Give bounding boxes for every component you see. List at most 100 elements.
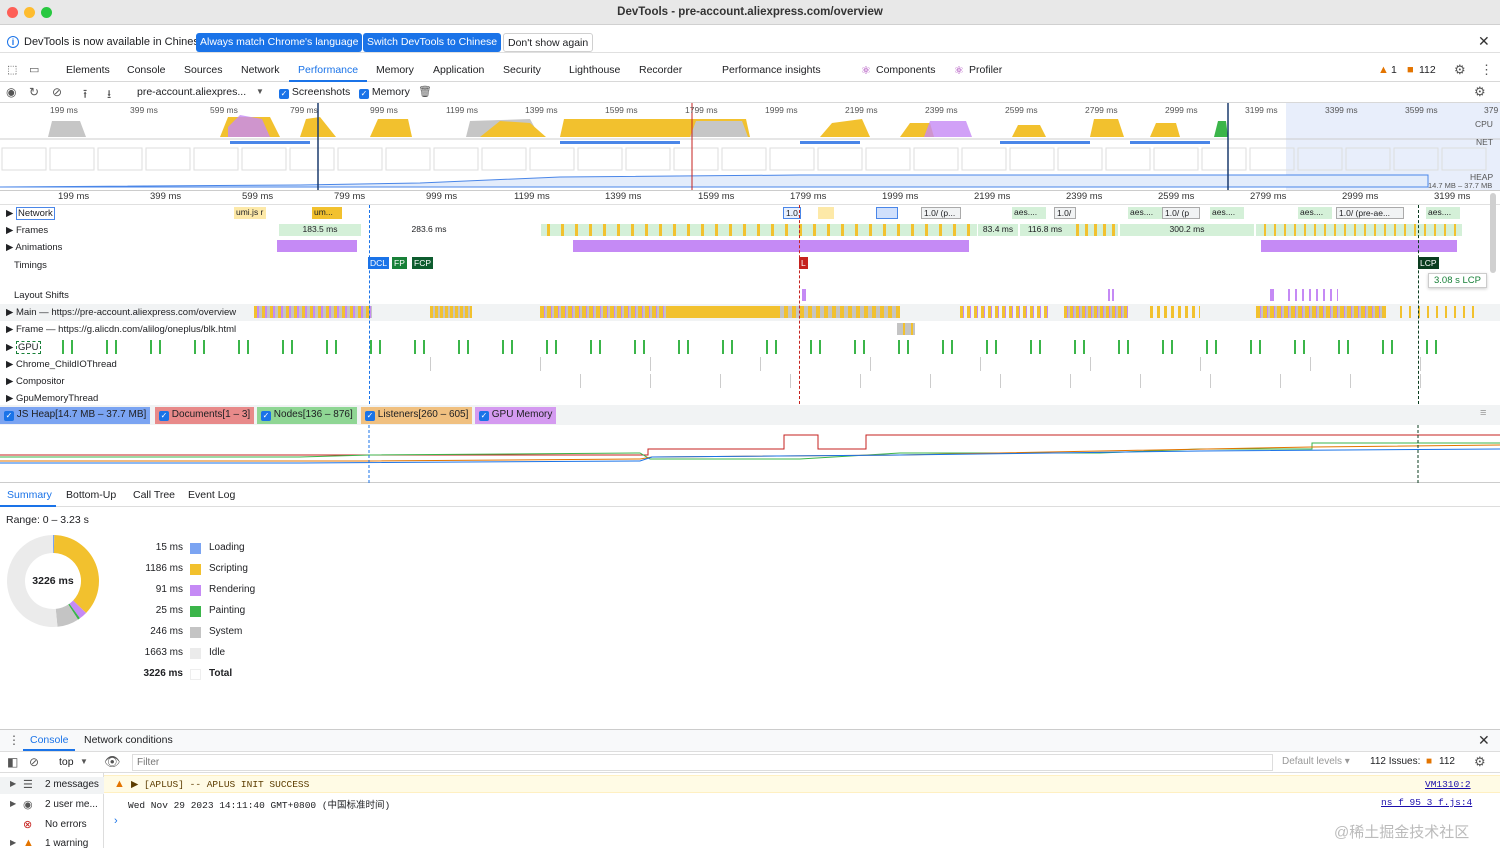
main-thread-activity[interactable] (1256, 306, 1386, 318)
switch-to-chinese-button[interactable]: Switch DevTools to Chinese (363, 33, 502, 52)
drawer-menu-icon[interactable]: ⋮ (8, 733, 20, 747)
device-toolbar-icon[interactable]: ▭ (29, 63, 39, 76)
console-message-warning[interactable]: ▲ ▶ [APLUS] -- APLUS INIT SUCCESS VM1310… (104, 775, 1500, 793)
capture-settings-icon[interactable]: ⚙ (1474, 84, 1486, 100)
expand-icon[interactable]: ▶ (10, 799, 16, 808)
track-network[interactable]: ▶ Network umi.js r um... 1.0. 1.0/ (p...… (0, 205, 1500, 222)
recording-select[interactable]: pre-account.aliexpres... (137, 86, 246, 98)
timeline-tracks[interactable]: 199 ms 399 ms 599 ms 799 ms 999 ms 1199 … (0, 191, 1500, 404)
js-heap-toggle[interactable]: ✓ JS Heap[14.7 MB – 37.7 MB] (0, 407, 151, 424)
tab-performance-insights[interactable]: Performance insights (722, 64, 821, 76)
chevron-down-icon[interactable]: ▼ (256, 87, 264, 96)
sidebar-item-messages[interactable]: ▶ ☰ 2 messages (0, 777, 104, 794)
drawer-tab-network-conditions[interactable]: Network conditions (84, 734, 173, 746)
layout-shift[interactable] (1288, 289, 1338, 301)
frame-block[interactable]: 116.8 ms (1020, 224, 1070, 236)
gpu-activity[interactable] (40, 340, 1470, 354)
main-thread-activity[interactable] (960, 306, 1050, 318)
clear-icon[interactable]: ⊘ (52, 85, 62, 99)
childio-activity[interactable] (370, 357, 1470, 371)
console-message-info[interactable]: Wed Nov 29 2023 14:11:40 GMT+0800 (中国标准时… (104, 794, 1500, 812)
fp-marker[interactable]: FP (392, 257, 407, 269)
network-request[interactable] (876, 207, 898, 219)
clear-console-icon[interactable]: ⊘ (29, 755, 39, 769)
lcp-marker[interactable]: LCP (1418, 257, 1439, 269)
frame-block[interactable]: 300.2 ms (1120, 224, 1254, 236)
network-request[interactable]: 1.0/ (p... (921, 207, 961, 219)
track-gpu[interactable]: ▶ GPU (0, 339, 1500, 356)
tab-components[interactable]: Components (876, 64, 936, 76)
main-thread-activity[interactable] (254, 306, 372, 318)
timeline-overview[interactable]: 199 ms 399 ms 599 ms 799 ms 999 ms 1199 … (0, 103, 1500, 191)
network-request[interactable]: 1.0/ (p (1162, 207, 1200, 219)
frame-block[interactable]: 283.6 ms (368, 224, 490, 236)
sidebar-item-errors[interactable]: ⊗ No errors (0, 817, 104, 834)
settings-gear-icon[interactable]: ⚙ (1454, 62, 1466, 78)
tab-recorder[interactable]: Recorder (639, 64, 682, 76)
track-label[interactable]: ▶ Frame — https://g.alicdn.com/alilog/on… (6, 324, 236, 335)
frame-block[interactable]: 183.5 ms (279, 224, 361, 236)
network-request[interactable]: um... (312, 207, 342, 219)
close-drawer-icon[interactable]: ✕ (1478, 732, 1490, 749)
frame-block[interactable]: 83.4 ms (978, 224, 1018, 236)
checkbox-checked-icon[interactable]: ✓ (4, 411, 14, 421)
frame-strip[interactable] (1070, 224, 1118, 236)
network-request[interactable]: aes.... (1128, 207, 1162, 219)
network-request[interactable]: 1.0/ (pre-ae... (1336, 207, 1404, 219)
network-request[interactable]: 1.0/ (1054, 207, 1076, 219)
track-label[interactable]: ▶ Animations (6, 242, 62, 253)
main-thread-activity[interactable] (1400, 306, 1480, 318)
tab-sources[interactable]: Sources (184, 64, 223, 76)
track-layout-shifts[interactable]: Layout Shifts (0, 287, 1500, 304)
checkbox-checked-icon[interactable]: ✓ (479, 411, 489, 421)
track-label[interactable]: ▶ GpuMemoryThread (6, 393, 98, 404)
issues-count-badge[interactable]: 112 (1439, 756, 1455, 767)
tab-performance[interactable]: Performance (298, 64, 358, 76)
animation-block[interactable] (1261, 240, 1457, 252)
subframe-activity[interactable] (897, 323, 915, 335)
issues-label[interactable]: 112 Issues: (1370, 756, 1420, 767)
track-label[interactable]: ▶ Compositor (6, 376, 65, 387)
message-source-link[interactable]: ns f 95 3 f.js:4 (1381, 797, 1472, 808)
load-marker[interactable]: L (799, 257, 808, 269)
track-main[interactable]: ▶ Main — https://pre-account.aliexpress.… (0, 304, 1500, 321)
screenshots-checkbox[interactable]: ✓ Screenshots (279, 86, 350, 99)
tab-application[interactable]: Application (433, 64, 484, 76)
listeners-toggle[interactable]: ✓ Listeners[260 – 605] (361, 407, 473, 424)
dcl-marker[interactable]: DCL (368, 257, 390, 269)
tab-security[interactable]: Security (503, 64, 541, 76)
frame-strip[interactable] (1256, 224, 1462, 236)
layout-shift[interactable] (1108, 289, 1114, 301)
dont-show-again-button[interactable]: Don't show again (503, 33, 594, 52)
tab-memory[interactable]: Memory (376, 64, 414, 76)
main-thread-activity[interactable] (780, 306, 900, 318)
context-select[interactable]: top (59, 756, 74, 768)
message-source-link[interactable]: VM1310:2 (1425, 779, 1471, 790)
checkbox-checked-icon[interactable]: ✓ (279, 89, 289, 99)
tab-lighthouse[interactable]: Lighthouse (569, 64, 620, 76)
tab-call-tree[interactable]: Call Tree (133, 489, 175, 501)
tab-elements[interactable]: Elements (66, 64, 110, 76)
tab-console[interactable]: Console (127, 64, 166, 76)
layout-shift[interactable] (1270, 289, 1274, 301)
reload-record-icon[interactable]: ↻ (29, 85, 39, 99)
network-request[interactable]: aes.... (1426, 207, 1460, 219)
collect-garbage-icon[interactable]: 🗑 (418, 85, 432, 98)
compositor-activity[interactable] (544, 374, 1474, 388)
track-label[interactable]: ▶ GPU (6, 341, 41, 354)
track-label[interactable]: ▶ Network (6, 207, 55, 220)
warning-count[interactable]: 1 (1391, 64, 1397, 76)
log-levels-select[interactable]: Default levels ▾ (1282, 756, 1350, 767)
animation-block[interactable] (573, 240, 969, 252)
gpu-memory-toggle[interactable]: ✓ GPU Memory (475, 407, 557, 424)
track-animations[interactable]: ▶ Animations (0, 239, 1500, 256)
close-infobar-icon[interactable]: ✕ (1478, 33, 1490, 50)
network-request[interactable]: aes.... (1210, 207, 1244, 219)
network-request[interactable]: aes.... (1298, 207, 1332, 219)
track-subframe[interactable]: ▶ Frame — https://g.alicdn.com/alilog/on… (0, 321, 1500, 338)
memory-checkbox[interactable]: ✓ Memory (359, 86, 410, 99)
issues-count[interactable]: 112 (1419, 64, 1436, 76)
console-prompt-icon[interactable]: › (114, 815, 118, 827)
track-frames[interactable]: ▶ Frames 183.5 ms 283.6 ms 83.4 ms 116.8… (0, 222, 1500, 239)
expand-icon[interactable]: ▶ (10, 838, 16, 847)
